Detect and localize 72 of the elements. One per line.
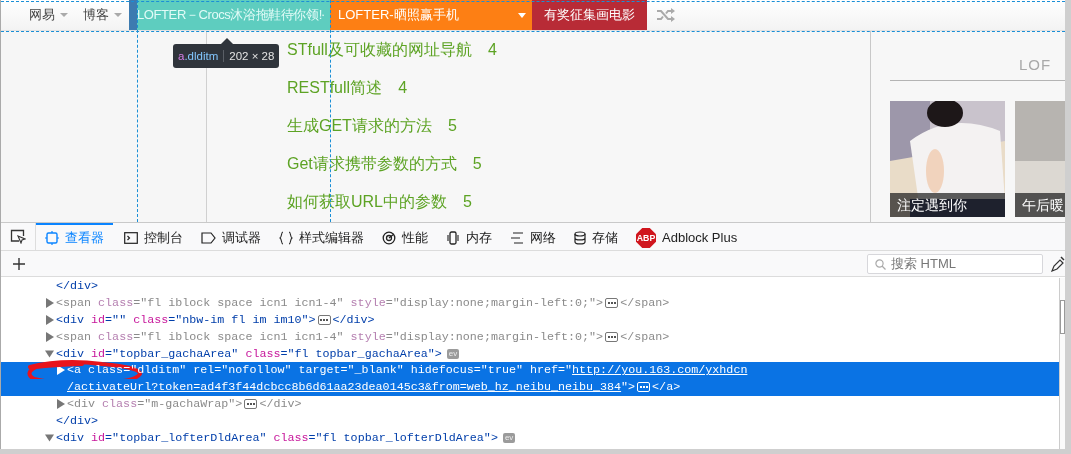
- collapsed-arrow-icon[interactable]: [56, 365, 65, 376]
- database-icon: [574, 230, 586, 245]
- code-text: /activateUrl?token=ad4f3f44dcbcc8b6d61aa23dea0145c3&from=web_hz_neibu_neibu_384">: [67, 380, 636, 395]
- element-selector: a.dlditm: [178, 50, 219, 62]
- photo-caption: 午后暖: [1015, 193, 1065, 217]
- network-icon: [510, 231, 524, 244]
- collapsed-arrow-icon[interactable]: [56, 398, 65, 409]
- scrollbar[interactable]: [1059, 278, 1065, 449]
- devtools-tab[interactable]: 调试器: [192, 223, 270, 250]
- nav-menu[interactable]: 博客: [75, 0, 129, 30]
- collapsed-arrow-icon[interactable]: [45, 298, 54, 309]
- photo-caption: 注定遇到你: [890, 193, 1005, 217]
- code-text: <div class="m-gachaWrap">: [67, 396, 243, 411]
- devtools-tab[interactable]: 样式编辑器: [270, 223, 373, 250]
- event-badge[interactable]: ev: [446, 348, 460, 359]
- code-text: </div>: [56, 279, 99, 294]
- inspector-icon: [45, 230, 59, 245]
- article-link[interactable]: RESTfull简述: [287, 77, 383, 99]
- code-link[interactable]: /activateUrl?token=ad4f3f44dcbcc8b6d61aa23dea0145c3&from=web_hz_neibu_neibu_384: [67, 380, 622, 395]
- article-count: 5: [472, 155, 482, 173]
- promo-banner[interactable]: 有奖征集画电影: [532, 0, 647, 30]
- chip-icon: [446, 230, 460, 245]
- article-link[interactable]: 生成GET请求的方法: [287, 115, 432, 137]
- code-text: <span class="fl iblock space icn1 icn1-4" style="display:none;margin-left:0;">: [56, 329, 604, 344]
- code-text: </div>: [56, 413, 99, 428]
- devtools-tab[interactable]: 性能: [373, 223, 437, 250]
- code-link[interactable]: http://you.163.com/yxhdcn: [572, 363, 748, 378]
- article-count: 4: [398, 79, 408, 97]
- caret-icon: [518, 12, 526, 18]
- article-count: 5: [463, 193, 472, 211]
- braces-icon: [279, 230, 293, 245]
- add-node-icon[interactable]: [13, 257, 25, 270]
- nav-menu[interactable]: 网易: [21, 0, 75, 30]
- code-text: <div id="topbar_lofterDldArea" class="fl topbar_lofterDldArea">: [56, 430, 498, 445]
- devtools-tab[interactable]: 控制台: [115, 223, 192, 250]
- adblock-icon: ABP: [636, 227, 656, 248]
- collapsed-content-icon[interactable]: [605, 298, 619, 309]
- article-link[interactable]: Get请求携带参数的方式: [287, 153, 457, 175]
- gauge-icon: [382, 230, 396, 245]
- eyedropper-icon[interactable]: [1051, 255, 1065, 272]
- article-count: 4: [487, 41, 497, 59]
- collapsed-arrow-icon[interactable]: [45, 315, 54, 325]
- collapsed-content-icon[interactable]: [317, 315, 331, 325]
- element-size: 202 × 28: [223, 50, 275, 62]
- code-text: <span class="fl iblock space icn1 icn1-4" style="display:none;margin-left:0;">: [56, 296, 604, 311]
- article-link[interactable]: 如何获取URL中的参数: [287, 191, 447, 213]
- promo-banner[interactable]: LOFTER-晒照赢手机: [330, 0, 532, 30]
- event-badge[interactable]: ev: [502, 432, 516, 443]
- devtools-tab[interactable]: ABP Adblock Plus: [627, 223, 747, 250]
- code-text: </span>: [620, 296, 670, 311]
- section-heading: LOF: [890, 31, 1065, 81]
- code-text: <div id="" class="nbw-im fl im im10">: [56, 313, 316, 327]
- console-icon: [124, 231, 138, 244]
- code-text: </span>: [620, 329, 670, 344]
- code-text: </a>: [652, 380, 681, 395]
- code-text: </div>: [259, 396, 302, 411]
- collapsed-content-icon[interactable]: [605, 331, 619, 342]
- search-field[interactable]: 搜索 HTML: [867, 253, 1043, 274]
- code-text: <div id="topbar_gachaArea" class="fl topbar_gachaArea">: [56, 346, 442, 361]
- element-picker-icon[interactable]: [10, 229, 26, 244]
- collapsed-content-icon[interactable]: [244, 398, 258, 409]
- devtools-tab[interactable]: 内存: [437, 223, 501, 250]
- tag-shape-icon: [201, 231, 216, 244]
- collapsed-arrow-icon[interactable]: [45, 331, 54, 342]
- devtools-tab[interactable]: 网络: [501, 223, 565, 250]
- search-icon: [875, 258, 886, 270]
- expanded-arrow-icon[interactable]: [45, 433, 54, 442]
- devtools-tab[interactable]: 存储: [565, 223, 627, 250]
- code-text: </div>: [332, 313, 375, 327]
- article-link[interactable]: STfull及可收藏的网址导航: [287, 39, 472, 61]
- article-count: 5: [447, 117, 457, 135]
- expanded-arrow-icon[interactable]: [45, 349, 54, 358]
